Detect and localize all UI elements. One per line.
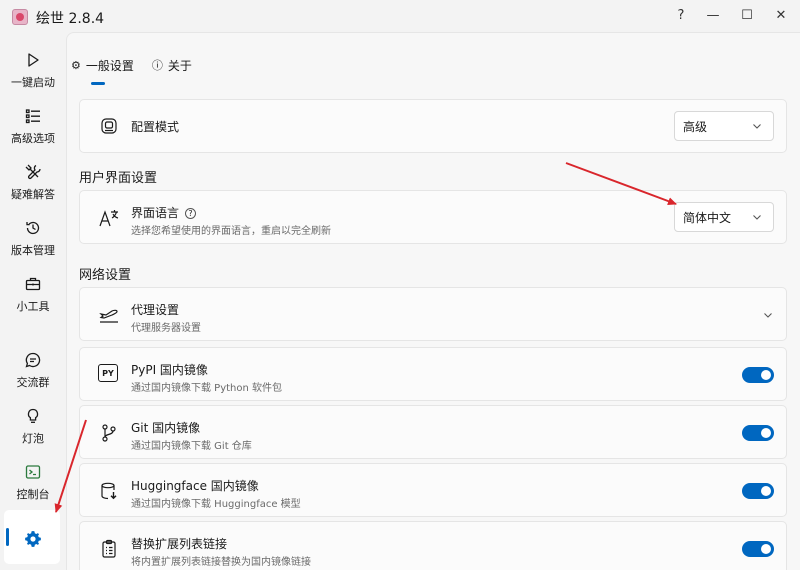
tools-icon [25, 164, 41, 180]
active-tab-indicator [91, 82, 105, 85]
sidebar-item-label: 一键启动 [11, 76, 55, 89]
tab-bar: ⚙ 一般设置 ⓘ 关于 [71, 53, 210, 85]
sidebar-item-bulb[interactable]: 灯泡 [4, 404, 62, 458]
maximize-button[interactable]: ☐ [730, 3, 764, 27]
huggingface-mirror-toggle[interactable] [742, 483, 774, 499]
language-card: 界面语言? 选择您希望使用的界面语言，重启以完全刷新 简体中文 [79, 190, 787, 244]
info-icon: ⓘ [151, 59, 163, 72]
sidebar-item-label: 版本管理 [11, 244, 55, 257]
config-mode-title: 配置模式 [131, 120, 180, 134]
chevron-down-icon [753, 124, 761, 129]
title-bar: 绘世 2.8.4 ? — ☐ ✕ [0, 0, 800, 32]
proxy-desc: 代理服务器设置 [131, 323, 201, 334]
console-icon [25, 465, 41, 479]
close-button[interactable]: ✕ [764, 3, 798, 27]
tab-about[interactable]: ⓘ 关于 [152, 53, 192, 77]
language-dropdown[interactable]: 简体中文 [674, 202, 774, 232]
database-download-icon [98, 480, 120, 502]
language-title: 界面语言? [131, 204, 197, 221]
sidebar-item-label: 灯泡 [22, 432, 44, 445]
git-title: Git 国内镜像 [131, 421, 201, 435]
toolbox-icon [25, 277, 41, 291]
language-title-text: 界面语言 [131, 206, 180, 220]
proxy-card[interactable]: 代理设置 代理服务器设置 [79, 287, 787, 341]
ui-section-header: 用户界面设置 [79, 171, 158, 186]
sidebar-item-label: 小工具 [16, 300, 50, 313]
git-mirror-card: Git 国内镜像 通过国内镜像下载 Git 仓库 [79, 405, 787, 459]
history-icon [26, 221, 40, 235]
clipboard-list-icon [98, 538, 120, 560]
config-mode-icon [98, 115, 120, 137]
sidebar-item-community[interactable]: 交流群 [4, 348, 62, 402]
tab-general-settings[interactable]: ⚙ 一般设置 [71, 53, 134, 85]
gear-icon [25, 531, 41, 547]
language-value: 简体中文 [683, 210, 732, 225]
airplane-icon [98, 304, 120, 326]
sidebar-item-version[interactable]: 版本管理 [4, 216, 62, 270]
help-icon[interactable]: ? [185, 208, 197, 219]
python-icon: PY [98, 364, 118, 382]
minimize-button[interactable]: — [696, 3, 730, 27]
settings-icon: ⚙ [71, 58, 81, 72]
pypi-mirror-card: PY PyPI 国内镜像 通过国内镜像下载 Python 软件包 [79, 347, 787, 401]
config-mode-value: 高级 [683, 119, 708, 134]
sidebar-item-label: 交流群 [16, 376, 50, 389]
extension-list-card: 替换扩展列表链接 将内置扩展列表链接替换为国内镜像链接 [79, 521, 787, 570]
sidebar: 一键启动 高级选项 疑难解答 版本管理 小工具 交流群 灯泡 控制台 [0, 32, 66, 570]
sidebar-item-label: 控制台 [16, 488, 50, 501]
app-logo-icon [12, 9, 28, 25]
chevron-down-icon [753, 215, 761, 220]
sidebar-item-console[interactable]: 控制台 [4, 460, 62, 514]
tab-label: 关于 [167, 58, 192, 73]
extension-list-toggle[interactable] [742, 541, 774, 557]
pypi-title: PyPI 国内镜像 [131, 363, 208, 377]
git-branch-icon [98, 422, 120, 444]
sidebar-item-label: 高级选项 [11, 132, 55, 145]
sidebar-item-label: 疑难解答 [11, 188, 55, 201]
pypi-mirror-toggle[interactable] [742, 367, 774, 383]
sidebar-item-troubleshoot[interactable]: 疑难解答 [4, 160, 62, 214]
help-button[interactable]: ? [664, 3, 698, 27]
play-icon [28, 53, 39, 67]
sidebar-item-advanced[interactable]: 高级选项 [4, 104, 62, 158]
network-section-header: 网络设置 [79, 268, 132, 283]
settings-page: ⚙ 一般设置 ⓘ 关于 配置模式 高级 用户界面设置 界面语言? 选择您希望使用… [66, 32, 800, 570]
chevron-down-icon[interactable] [762, 309, 774, 321]
extension-list-desc: 将内置扩展列表链接替换为国内镜像链接 [131, 557, 311, 568]
config-mode-card: 配置模式 高级 [79, 99, 787, 153]
git-mirror-toggle[interactable] [742, 425, 774, 441]
config-mode-dropdown[interactable]: 高级 [674, 111, 774, 141]
chat-icon [25, 352, 41, 368]
tab-label: 一般设置 [85, 58, 134, 73]
pypi-desc: 通过国内镜像下载 Python 软件包 [131, 383, 283, 394]
language-desc: 选择您希望使用的界面语言，重启以完全刷新 [131, 226, 331, 237]
sidebar-item-launch[interactable]: 一键启动 [4, 48, 62, 102]
sidebar-item-settings[interactable] [4, 526, 62, 570]
huggingface-mirror-card: Huggingface 国内镜像 通过国内镜像下载 Huggingface 模型 [79, 463, 787, 517]
list-icon [25, 109, 40, 124]
translate-icon [98, 207, 120, 229]
huggingface-title: Huggingface 国内镜像 [131, 479, 259, 493]
extension-list-title: 替换扩展列表链接 [131, 537, 228, 551]
sidebar-item-tools[interactable]: 小工具 [4, 272, 62, 326]
bulb-icon [27, 408, 39, 423]
git-desc: 通过国内镜像下载 Git 仓库 [131, 441, 252, 452]
window-title: 绘世 2.8.4 [36, 11, 105, 27]
huggingface-desc: 通过国内镜像下载 Huggingface 模型 [131, 499, 301, 510]
proxy-title: 代理设置 [131, 303, 180, 317]
